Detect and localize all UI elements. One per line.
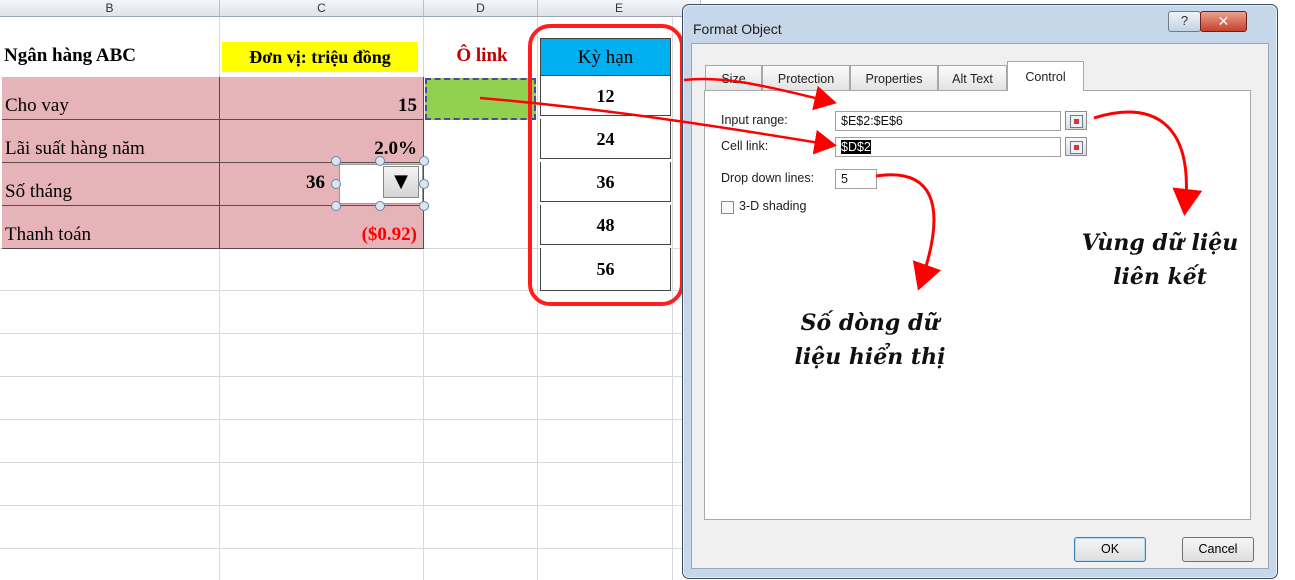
shading-label: 3-D shading xyxy=(739,199,807,213)
gridline xyxy=(0,505,700,506)
column-header-b[interactable]: B xyxy=(0,0,220,17)
annotation-line: Vùng dữ liệu xyxy=(1081,230,1239,256)
shading-checkbox[interactable] xyxy=(721,201,734,214)
input-range-label: Input range: xyxy=(721,113,788,127)
tab-protection[interactable]: Protection xyxy=(762,65,850,90)
annotation-line: Số dòng dữ xyxy=(800,310,940,336)
cell-link-label: Cell link: xyxy=(721,139,769,153)
resize-handle[interactable] xyxy=(331,179,341,189)
annotation-line: liên kết xyxy=(1113,264,1207,290)
dropdown-arrow-icon[interactable]: ▼ xyxy=(383,166,419,198)
range-select-icon xyxy=(1070,115,1083,128)
resize-handle[interactable] xyxy=(375,156,385,166)
annotation-linked-range: Vùng dữ liệu liên kết xyxy=(1060,226,1260,294)
resize-handle[interactable] xyxy=(419,156,429,166)
cell-link-selected-text: $D$2 xyxy=(841,140,871,154)
resize-handle[interactable] xyxy=(331,201,341,211)
label-cell-rate[interactable]: Lãi suất hàng năm xyxy=(2,120,220,163)
value-cell-loan[interactable]: 15 xyxy=(220,77,424,120)
spreadsheet: B C D E Ngân hàng ABC Đơn vị: triệu đồng… xyxy=(0,0,701,580)
drop-down-lines-field[interactable]: 5 xyxy=(835,169,877,189)
value-cell-payment[interactable]: ($0.92) xyxy=(220,206,424,249)
tab-control[interactable]: Control xyxy=(1007,61,1084,91)
gridline xyxy=(0,419,700,420)
resize-handle[interactable] xyxy=(331,156,341,166)
gridline xyxy=(0,376,700,377)
help-button[interactable]: ? xyxy=(1168,11,1201,32)
close-button[interactable]: ✕ xyxy=(1200,11,1247,32)
value-cell-rate[interactable]: 2.0% xyxy=(220,120,424,163)
unit-cell[interactable]: Đơn vị: triệu đồng xyxy=(222,42,418,72)
label-cell-months[interactable]: Số tháng xyxy=(2,163,220,206)
cancel-button[interactable]: Cancel xyxy=(1182,537,1254,562)
input-range-collapse-button[interactable] xyxy=(1065,111,1087,130)
tab-size[interactable]: Size xyxy=(705,65,762,90)
link-header-cell[interactable]: Ô link xyxy=(428,38,536,74)
column-header-e[interactable]: E xyxy=(538,0,701,17)
combo-box-control[interactable]: ▼ xyxy=(331,156,429,211)
bank-title-cell[interactable]: Ngân hàng ABC xyxy=(4,38,216,74)
control-tab-panel: Input range: $E$2:$E$6 Cell link: $D$2 D… xyxy=(704,90,1251,520)
drop-down-lines-label: Drop down lines: xyxy=(721,171,815,185)
resize-handle[interactable] xyxy=(419,201,429,211)
resize-handle[interactable] xyxy=(375,201,385,211)
dialog-title: Format Object xyxy=(693,21,782,37)
gridline xyxy=(0,462,700,463)
gridline xyxy=(0,548,700,549)
gridline xyxy=(0,333,700,334)
annotation-display-rows: Số dòng dữ liệu hiển thị xyxy=(770,306,970,374)
ok-button[interactable]: OK xyxy=(1074,537,1146,562)
term-list-highlight xyxy=(528,24,684,306)
annotation-line: liệu hiển thị xyxy=(794,344,946,370)
linked-cell-d2[interactable] xyxy=(425,78,536,120)
cell-link-collapse-button[interactable] xyxy=(1065,137,1087,156)
range-select-icon xyxy=(1070,141,1083,154)
cell-link-field[interactable]: $D$2 xyxy=(835,137,1061,157)
label-cell-payment[interactable]: Thanh toán xyxy=(2,206,220,249)
tab-alt-text[interactable]: Alt Text xyxy=(938,65,1007,90)
resize-handle[interactable] xyxy=(419,179,429,189)
column-header-d[interactable]: D xyxy=(424,0,538,17)
input-range-field[interactable]: $E$2:$E$6 xyxy=(835,111,1061,131)
label-cell-loan[interactable]: Cho vay xyxy=(2,77,220,120)
tab-properties[interactable]: Properties xyxy=(850,65,938,90)
column-header-c[interactable]: C xyxy=(220,0,424,17)
